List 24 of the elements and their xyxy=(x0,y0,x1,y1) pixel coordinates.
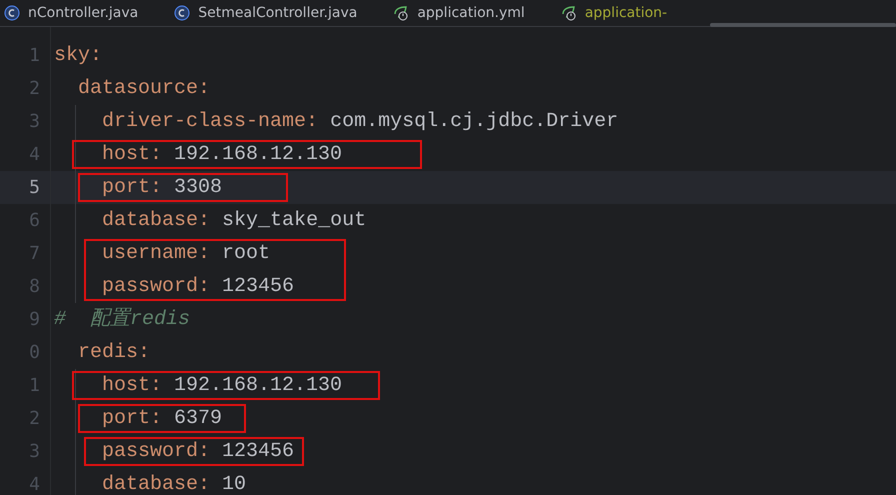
file-tab[interactable]: application- xyxy=(542,0,686,26)
config-leaf-icon xyxy=(560,5,577,21)
code-comment: # 配置redis xyxy=(54,306,190,332)
code-line: redis: xyxy=(77,340,150,366)
file-tab[interactable]: application.yml xyxy=(375,0,543,26)
code-line: sky: xyxy=(54,42,102,68)
line-number: 5 xyxy=(28,176,40,200)
code-line: host: 192.168.12.130 xyxy=(101,372,342,398)
code-line: port: 3308 xyxy=(101,174,222,200)
class-icon xyxy=(4,5,20,21)
file-tab[interactable]: nController.java xyxy=(0,0,156,26)
code-line: driver-class-name: com.mysql.cj.jdbc.Driver xyxy=(101,108,618,134)
code-line: port: 6379 xyxy=(101,406,222,432)
config-leaf-icon xyxy=(393,5,410,21)
code-line: password: 123456 xyxy=(101,438,294,464)
code-line: datasource: xyxy=(77,76,210,102)
code-line: username: root xyxy=(101,240,270,266)
code-line: database: 10 xyxy=(101,472,246,495)
code-line: database: sky_take_out xyxy=(101,208,366,234)
class-icon xyxy=(174,5,190,21)
code-line: host: 192.168.12.130 xyxy=(101,142,342,168)
file-tab[interactable]: SetmealController.java xyxy=(156,0,376,26)
scrollbar-thumb[interactable] xyxy=(710,23,896,27)
code-line: password: 123456 xyxy=(101,274,294,300)
